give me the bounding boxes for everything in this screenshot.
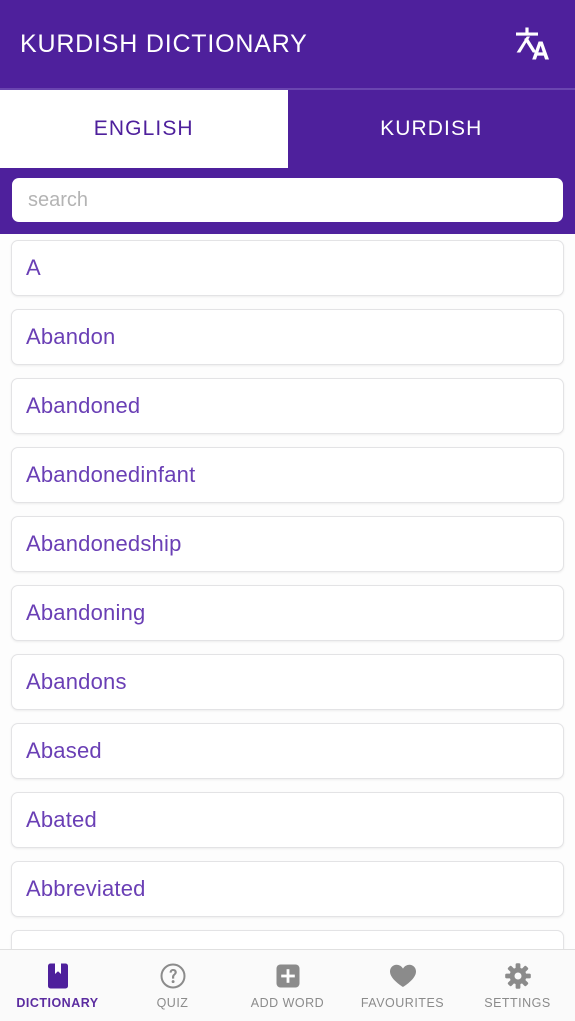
search-input[interactable] bbox=[12, 178, 563, 222]
translate-icon[interactable] bbox=[509, 22, 553, 66]
list-item[interactable]: Abandons bbox=[11, 654, 564, 710]
list-item[interactable]: Abandonedship bbox=[11, 516, 564, 572]
list-item[interactable]: Abbreviated bbox=[11, 861, 564, 917]
plus-square-icon bbox=[274, 961, 302, 991]
book-icon bbox=[45, 961, 71, 991]
word-label: Abandonedinfant bbox=[26, 462, 196, 487]
word-label: Abbreviated bbox=[26, 876, 146, 901]
word-list[interactable]: A Abandon Abandoned Abandonedinfant Aban… bbox=[0, 234, 575, 949]
word-label: Abandons bbox=[26, 669, 127, 694]
list-item[interactable]: Abandon bbox=[11, 309, 564, 365]
bottom-navigation: DICTIONARY QUIZ ADD WORD FAVOURITES SETT… bbox=[0, 949, 575, 1021]
tab-english[interactable]: ENGLISH bbox=[0, 90, 288, 168]
page-title: KURDISH DICTIONARY bbox=[20, 29, 308, 58]
tab-kurdish-label: KURDISH bbox=[380, 117, 483, 140]
heart-icon bbox=[388, 961, 418, 991]
word-label: Abandonedship bbox=[26, 531, 182, 556]
list-item[interactable]: Abandoned bbox=[11, 378, 564, 434]
list-item[interactable]: Abated bbox=[11, 792, 564, 848]
nav-label-favourites: FAVOURITES bbox=[360, 996, 445, 1010]
nav-label-quiz: QUIZ bbox=[156, 996, 189, 1010]
nav-label-add-word: ADD WORD bbox=[250, 996, 325, 1010]
nav-item-favourites[interactable]: FAVOURITES bbox=[345, 961, 460, 1010]
list-item[interactable]: Abased bbox=[11, 723, 564, 779]
word-label: Abandon bbox=[26, 324, 116, 349]
nav-label-settings: SETTINGS bbox=[484, 996, 551, 1010]
word-label: Abated bbox=[26, 807, 97, 832]
word-label: Abased bbox=[26, 738, 102, 763]
list-item[interactable]: Abandonedinfant bbox=[11, 447, 564, 503]
language-tabs: ENGLISH KURDISH bbox=[0, 88, 575, 168]
nav-label-dictionary: DICTIONARY bbox=[16, 996, 99, 1010]
gear-icon bbox=[504, 961, 532, 991]
nav-item-add-word[interactable]: ADD WORD bbox=[230, 961, 345, 1010]
dictionary-app: KURDISH DICTIONARY ENGLISH KURDISH searc… bbox=[0, 0, 575, 1021]
list-item[interactable] bbox=[11, 930, 564, 949]
tab-english-label: ENGLISH bbox=[93, 117, 194, 140]
list-item[interactable]: Abandoning bbox=[11, 585, 564, 641]
word-label: Abandoned bbox=[26, 393, 141, 418]
nav-item-quiz[interactable]: QUIZ bbox=[115, 961, 230, 1010]
search-bar bbox=[0, 168, 575, 234]
question-circle-icon bbox=[159, 961, 187, 991]
list-item[interactable]: A bbox=[11, 240, 564, 296]
word-label: A bbox=[26, 255, 41, 280]
word-label: Abandoning bbox=[26, 600, 146, 625]
nav-item-dictionary[interactable]: DICTIONARY bbox=[0, 961, 115, 1010]
app-header: KURDISH DICTIONARY bbox=[0, 0, 575, 88]
tab-kurdish[interactable]: KURDISH bbox=[287, 90, 575, 168]
nav-item-settings[interactable]: SETTINGS bbox=[460, 961, 575, 1010]
